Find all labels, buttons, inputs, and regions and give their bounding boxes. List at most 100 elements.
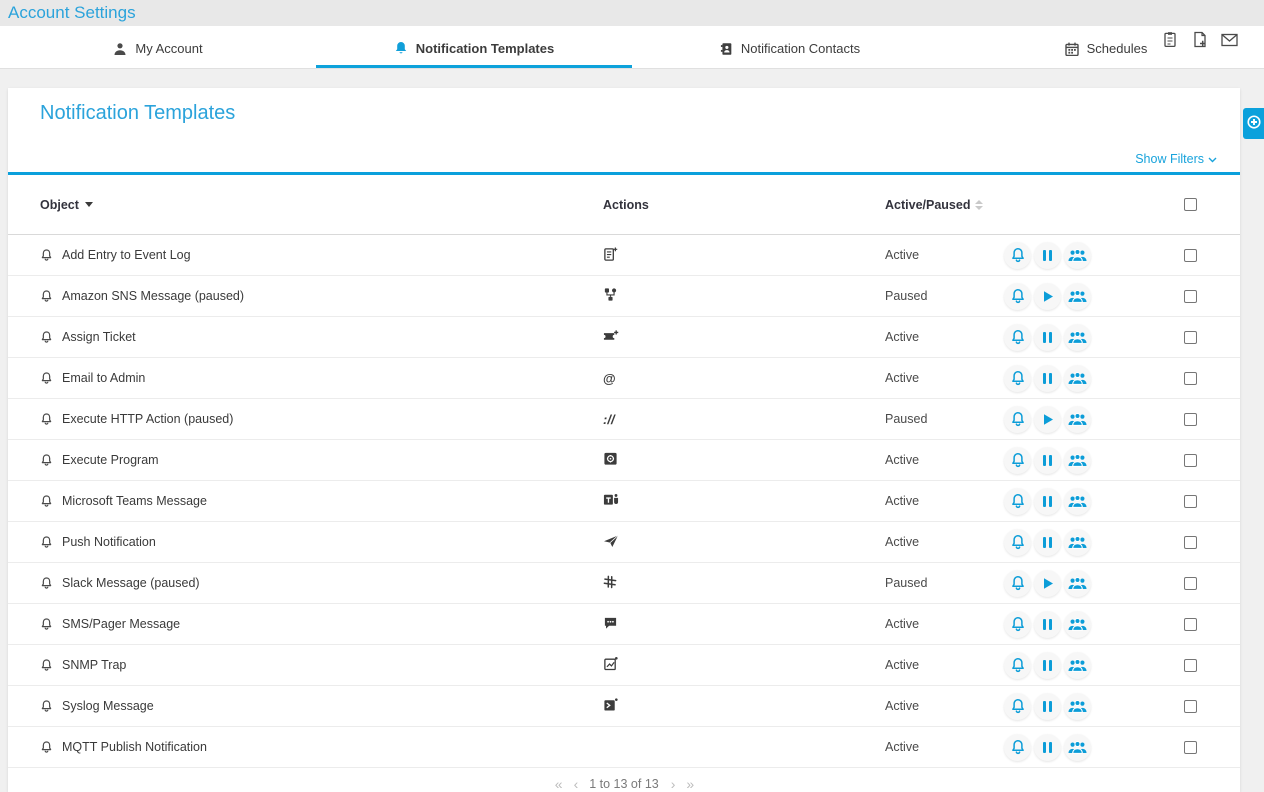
status-text: Active xyxy=(877,699,1002,713)
test-notification-button[interactable] xyxy=(1004,406,1031,433)
pause-button[interactable] xyxy=(1034,242,1061,269)
row-checkbox-cell xyxy=(1184,536,1240,549)
row-checkbox[interactable] xyxy=(1184,372,1197,385)
test-notification-button[interactable] xyxy=(1004,529,1031,556)
template-name: Assign Ticket xyxy=(62,330,136,344)
used-by-button[interactable] xyxy=(1064,570,1091,597)
pause-button[interactable] xyxy=(1034,734,1061,761)
table-row: SMS/Pager Message Active xyxy=(8,604,1240,645)
address-book-icon xyxy=(720,42,733,56)
row-checkbox[interactable] xyxy=(1184,413,1197,426)
resume-button[interactable] xyxy=(1034,406,1061,433)
push-icon xyxy=(603,534,619,551)
resume-button[interactable] xyxy=(1034,283,1061,310)
template-name-cell[interactable]: MQTT Publish Notification xyxy=(8,740,597,754)
pause-button[interactable] xyxy=(1034,324,1061,351)
template-name-cell[interactable]: Slack Message (paused) xyxy=(8,576,597,590)
tab-notification-templates[interactable]: Notification Templates xyxy=(316,26,632,68)
pause-button[interactable] xyxy=(1034,488,1061,515)
template-name-cell[interactable]: Execute HTTP Action (paused) xyxy=(8,412,597,426)
test-notification-button[interactable] xyxy=(1004,324,1031,351)
bell-outline-icon xyxy=(40,699,53,713)
template-name-cell[interactable]: Add Entry to Event Log xyxy=(8,248,597,262)
row-checkbox[interactable] xyxy=(1184,249,1197,262)
used-by-button[interactable] xyxy=(1064,365,1091,392)
template-name-cell[interactable]: SMS/Pager Message xyxy=(8,617,597,631)
previous-page-button[interactable]: ‹ xyxy=(574,776,578,792)
show-filters-link[interactable]: Show Filters xyxy=(1135,152,1217,166)
used-by-button[interactable] xyxy=(1064,406,1091,433)
test-notification-button[interactable] xyxy=(1004,242,1031,269)
table-row: Microsoft Teams Message Active xyxy=(8,481,1240,522)
template-name-cell[interactable]: Microsoft Teams Message xyxy=(8,494,597,508)
pagination: « ‹ 1 to 13 of 13 › » xyxy=(8,776,1240,792)
used-by-button[interactable] xyxy=(1064,529,1091,556)
tab-my-account[interactable]: My Account xyxy=(0,26,316,68)
tab-notification-contacts[interactable]: Notification Contacts xyxy=(632,26,948,68)
row-checkbox[interactable] xyxy=(1184,536,1197,549)
file-plus-icon[interactable] xyxy=(1191,31,1208,48)
row-checkbox-cell xyxy=(1184,495,1240,508)
row-checkbox[interactable] xyxy=(1184,454,1197,467)
status-text: Paused xyxy=(877,289,1002,303)
test-notification-button[interactable] xyxy=(1004,734,1031,761)
test-notification-button[interactable] xyxy=(1004,570,1031,597)
bell-outline-icon xyxy=(40,330,53,344)
row-checkbox[interactable] xyxy=(1184,495,1197,508)
pause-button[interactable] xyxy=(1034,447,1061,474)
test-notification-button[interactable] xyxy=(1004,365,1031,392)
envelope-icon[interactable] xyxy=(1221,31,1238,48)
used-by-button[interactable] xyxy=(1064,283,1091,310)
select-all-checkbox[interactable] xyxy=(1184,198,1197,211)
bell-outline-icon xyxy=(40,576,53,590)
template-name-cell[interactable]: Amazon SNS Message (paused) xyxy=(8,289,597,303)
template-name-cell[interactable]: Execute Program xyxy=(8,453,597,467)
row-checkbox[interactable] xyxy=(1184,290,1197,303)
pause-button[interactable] xyxy=(1034,693,1061,720)
pause-button[interactable] xyxy=(1034,365,1061,392)
template-name-cell[interactable]: Syslog Message xyxy=(8,699,597,713)
template-name-cell[interactable]: SNMP Trap xyxy=(8,658,597,672)
column-header-active-paused[interactable]: Active/Paused xyxy=(877,198,1002,212)
used-by-button[interactable] xyxy=(1064,242,1091,269)
row-checkbox[interactable] xyxy=(1184,700,1197,713)
test-notification-button[interactable] xyxy=(1004,447,1031,474)
template-name-cell[interactable]: Assign Ticket xyxy=(8,330,597,344)
column-header-object[interactable]: Object xyxy=(8,198,597,212)
first-page-button[interactable]: « xyxy=(555,776,562,792)
used-by-button[interactable] xyxy=(1064,611,1091,638)
row-checkbox[interactable] xyxy=(1184,331,1197,344)
template-name-cell[interactable]: Email to Admin xyxy=(8,371,597,385)
row-checkbox[interactable] xyxy=(1184,741,1197,754)
pause-button[interactable] xyxy=(1034,529,1061,556)
used-by-button[interactable] xyxy=(1064,693,1091,720)
row-checkbox[interactable] xyxy=(1184,618,1197,631)
bell-outline-icon xyxy=(40,535,53,549)
pause-button[interactable] xyxy=(1034,652,1061,679)
pause-button[interactable] xyxy=(1034,611,1061,638)
used-by-button[interactable] xyxy=(1064,324,1091,351)
used-by-button[interactable] xyxy=(1064,447,1091,474)
row-checkbox[interactable] xyxy=(1184,659,1197,672)
used-by-button[interactable] xyxy=(1064,652,1091,679)
used-by-button[interactable] xyxy=(1064,488,1091,515)
test-notification-button[interactable] xyxy=(1004,283,1031,310)
test-notification-button[interactable] xyxy=(1004,611,1031,638)
action-type-cell: :// xyxy=(597,412,877,427)
row-checkbox-cell xyxy=(1184,290,1240,303)
test-notification-button[interactable] xyxy=(1004,652,1031,679)
next-page-button[interactable]: › xyxy=(671,776,675,792)
last-page-button[interactable]: » xyxy=(686,776,693,792)
row-checkbox[interactable] xyxy=(1184,577,1197,590)
template-name: SNMP Trap xyxy=(62,658,126,672)
template-name-cell[interactable]: Push Notification xyxy=(8,535,597,549)
used-by-button[interactable] xyxy=(1064,734,1091,761)
test-notification-button[interactable] xyxy=(1004,693,1031,720)
test-notification-button[interactable] xyxy=(1004,488,1031,515)
template-name: Push Notification xyxy=(62,535,156,549)
action-type-cell xyxy=(597,492,877,510)
resume-button[interactable] xyxy=(1034,570,1061,597)
clipboard-icon[interactable] xyxy=(1161,31,1178,48)
add-notification-template-button[interactable] xyxy=(1243,108,1264,139)
table-row: Assign Ticket Active xyxy=(8,317,1240,358)
